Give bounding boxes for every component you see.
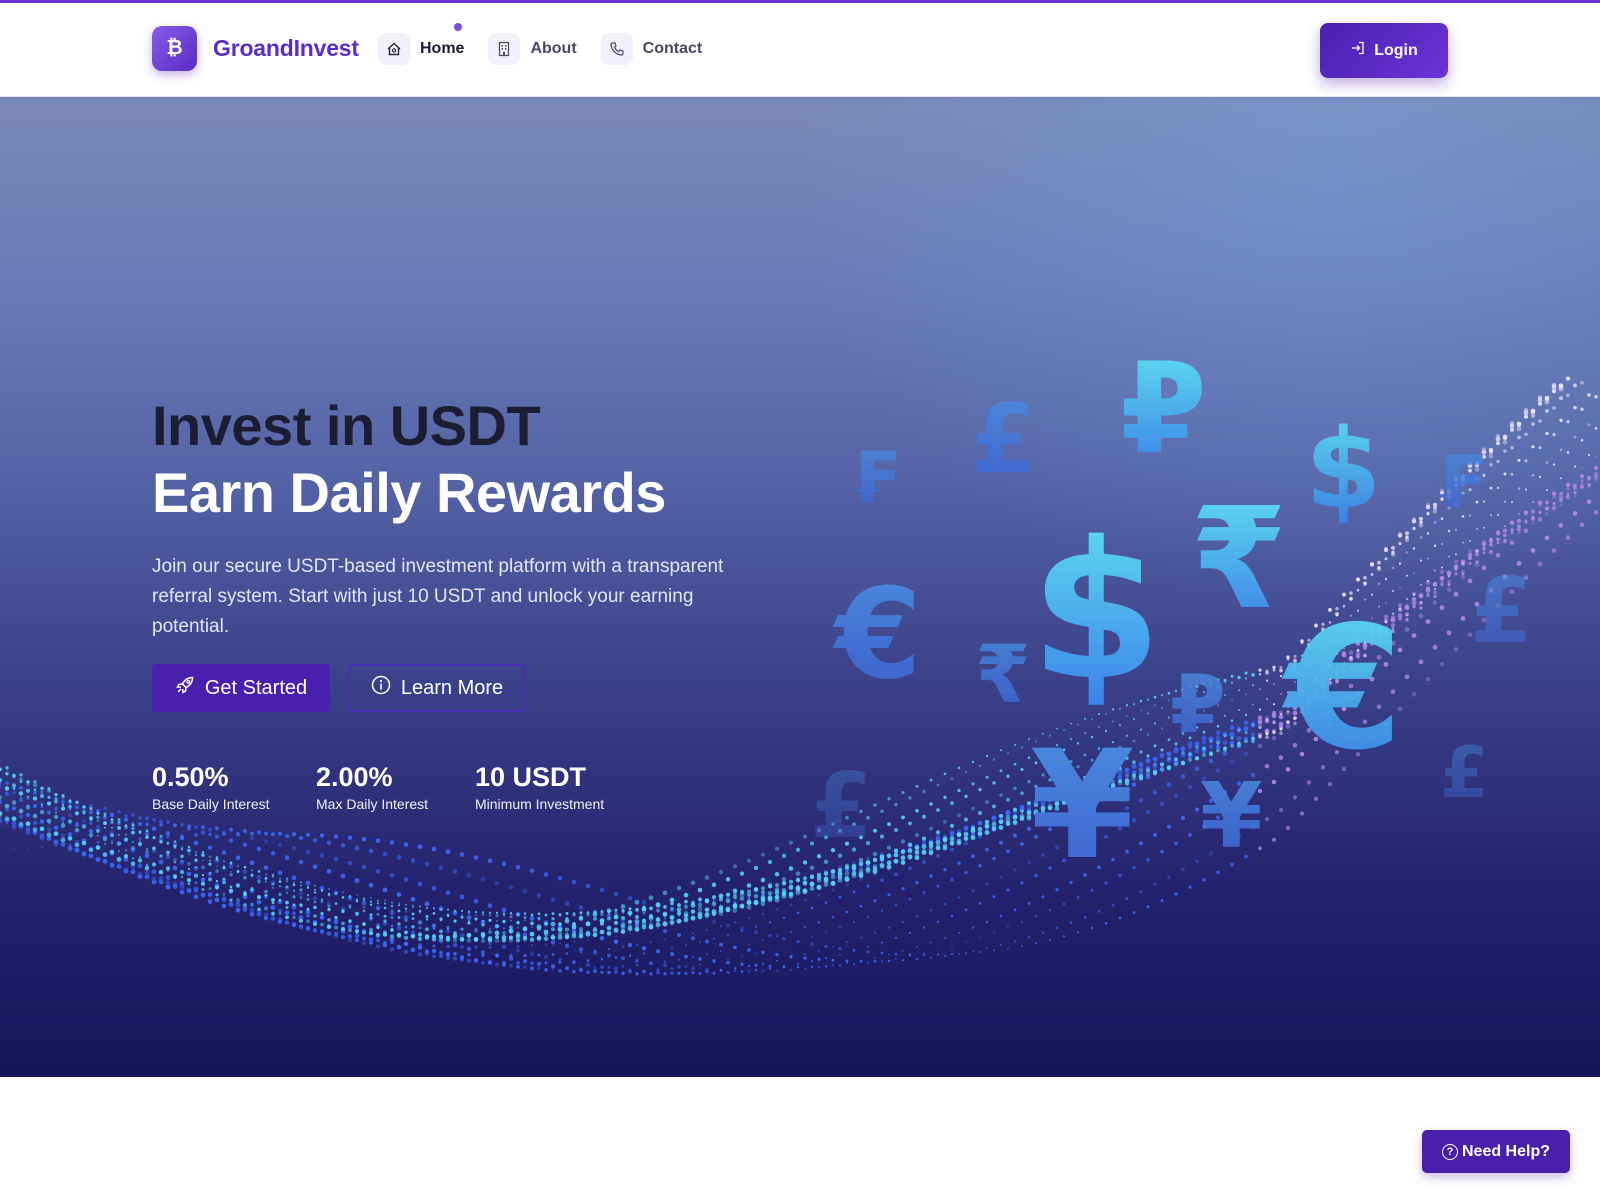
sign-in-icon: [1350, 40, 1366, 61]
info-circle-icon: [371, 675, 391, 701]
hero-section: ₣ £ ₽ $ ₣ ₹ $ € ₹ ₽ € £ ¥ ¥ £ £ Invest in USDT Earn Dai…: [0, 97, 1600, 1077]
currency-symbol: €: [832, 562, 922, 707]
learn-more-label: Learn More: [400, 676, 504, 699]
nav-item-about[interactable]: About: [488, 32, 577, 66]
hero-description: Join our secure USDT-based investment pl…: [152, 556, 724, 637]
active-indicator: [454, 23, 462, 31]
nav-item-contact[interactable]: Contact: [600, 32, 703, 66]
login-label: Login: [1374, 41, 1418, 59]
currency-symbol: £: [970, 385, 1036, 495]
learn-more-button[interactable]: Learn More: [348, 664, 526, 712]
question-circle-icon: ?: [1441, 1143, 1458, 1160]
bitcoin-logo-icon: ₿: [152, 26, 197, 71]
stat-minimum-investment: 10 USDT Minimum Investment: [475, 762, 604, 812]
brand-name: GroandInvest: [213, 35, 359, 61]
stat-value: 2.00%: [316, 762, 393, 792]
home-icon: [378, 33, 410, 65]
currency-symbol: $: [1030, 501, 1162, 722]
hero-headline-line1: Invest in USDT: [152, 394, 541, 457]
currency-symbol: ₹: [975, 628, 1031, 721]
stat-max-interest: 2.00% Max Daily Interest: [316, 762, 428, 812]
currency-symbol: £: [1440, 732, 1489, 814]
brand[interactable]: ₿ GroandInvest: [152, 26, 359, 71]
get-started-button[interactable]: Get Started: [152, 664, 330, 712]
currency-symbol: ¥: [1200, 764, 1263, 869]
currency-symbol: ¥: [1030, 719, 1134, 893]
building-icon: [488, 33, 521, 65]
login-button[interactable]: Login: [1320, 23, 1448, 78]
get-started-label: Get Started: [204, 676, 308, 699]
stat-value: 10 USDT: [475, 762, 587, 792]
currency-symbol: ₽: [1120, 337, 1207, 482]
currency-symbol: £: [810, 754, 873, 859]
currency-symbol: £: [1470, 559, 1533, 664]
navbar: ₿ GroandInvest Home About Contact Login: [0, 3, 1600, 97]
nav-label-about: About: [530, 40, 577, 57]
stat-label: Base Daily Interest: [152, 796, 270, 812]
main-nav: Home About Contact: [378, 23, 703, 66]
currency-symbol: ₹: [1190, 478, 1287, 641]
nav-item-home[interactable]: Home: [378, 23, 465, 66]
stat-value: 0.50%: [152, 762, 229, 792]
phone-icon: [600, 33, 633, 65]
currency-symbol: ₣: [1435, 440, 1485, 524]
currency-symbol: ₽: [1170, 658, 1226, 751]
nav-label-contact: Contact: [642, 40, 703, 57]
currency-symbol: ₣: [850, 437, 899, 519]
currency-symbol: €: [1281, 590, 1403, 788]
rocket-icon: [175, 675, 195, 701]
currency-symbol: $: [1305, 405, 1382, 533]
need-help-button[interactable]: ? Need Help?: [1422, 1130, 1570, 1173]
hero-headline-line2: Earn Daily Rewards: [152, 461, 666, 524]
stat-base-interest: 0.50% Base Daily Interest: [152, 762, 270, 812]
stat-label: Max Daily Interest: [316, 796, 429, 812]
need-help-label: Need Help?: [1461, 1142, 1550, 1160]
currency-symbols: ₣ £ ₽ $ ₣₹$€ ₹ ₽ € £¥ ¥£ £: [810, 337, 1533, 893]
stat-label: Minimum Investment: [475, 796, 605, 812]
nav-label-home: Home: [420, 40, 465, 57]
